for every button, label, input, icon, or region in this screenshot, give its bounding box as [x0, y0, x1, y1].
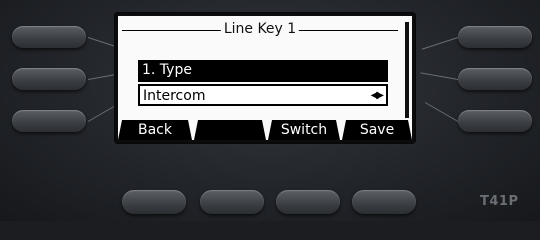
line-key-left-3[interactable]	[12, 110, 86, 132]
phone-panel: Line Key 1 1. Type Intercom ◀▶ Back Swit…	[0, 0, 540, 221]
screen-title: Line Key 1	[220, 21, 300, 37]
type-value: Intercom	[143, 88, 206, 104]
type-value-selector[interactable]: Intercom ◀▶	[138, 84, 388, 106]
key-leader-line	[421, 37, 459, 50]
line-key-left-1[interactable]	[12, 26, 86, 48]
left-right-arrows-icon: ◀▶	[370, 90, 384, 101]
scrollbar[interactable]	[405, 22, 409, 118]
lcd-screen: Line Key 1 1. Type Intercom ◀▶ Back Swit…	[118, 16, 412, 140]
hard-softkey-1[interactable]	[122, 190, 186, 214]
screen-title-row: Line Key 1	[118, 20, 402, 40]
softkey-bar: Back Switch Save	[118, 120, 412, 140]
softkey-back[interactable]: Back	[118, 120, 192, 140]
softkey-empty[interactable]	[194, 120, 266, 140]
hard-softkey-3[interactable]	[276, 190, 340, 214]
hard-softkey-4[interactable]	[352, 190, 416, 214]
softkey-save[interactable]: Save	[342, 120, 412, 140]
field-label-type[interactable]: 1. Type	[138, 60, 388, 82]
softkey-switch[interactable]: Switch	[268, 120, 340, 140]
model-label: T41P	[480, 194, 519, 209]
line-key-right-3[interactable]	[458, 110, 532, 132]
key-leader-line	[420, 72, 459, 80]
key-leader-line	[424, 102, 459, 122]
hard-softkey-2[interactable]	[200, 190, 264, 214]
key-leader-line	[87, 106, 115, 122]
key-leader-line	[87, 37, 117, 48]
line-key-left-2[interactable]	[12, 68, 86, 90]
line-key-right-2[interactable]	[458, 68, 532, 90]
line-key-right-1[interactable]	[458, 26, 532, 48]
